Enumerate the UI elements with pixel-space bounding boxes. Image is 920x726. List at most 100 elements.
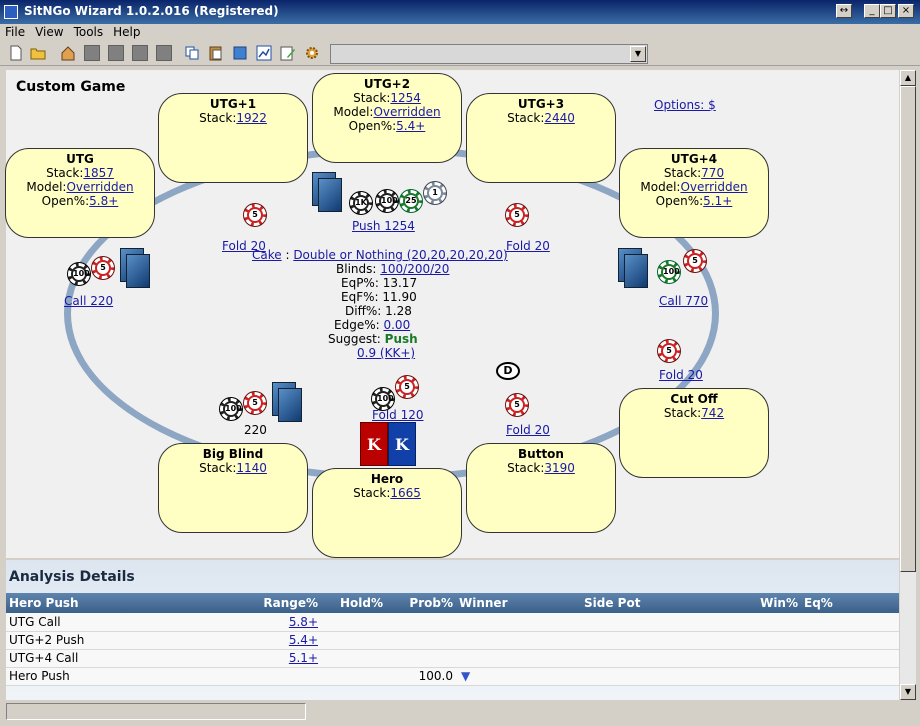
chip-icon: 100	[376, 190, 398, 212]
open-link[interactable]: 5.8+	[89, 194, 118, 208]
col-side-pot: Side Pot	[581, 593, 721, 613]
gray-icon[interactable]	[84, 45, 100, 61]
card-backs	[272, 382, 304, 424]
open-icon[interactable]	[30, 45, 46, 61]
chip-icon: 5	[92, 257, 114, 279]
app-icon	[4, 5, 18, 19]
stack-link[interactable]: 742	[701, 406, 724, 420]
gray-icon[interactable]	[108, 45, 124, 61]
maximize-button[interactable]: □	[880, 4, 896, 18]
chip-icon: 1K	[350, 192, 372, 214]
seat-bigblind[interactable]: Big Blind Stack:1140	[158, 443, 308, 533]
chip-icon: 25	[400, 190, 422, 212]
model-link[interactable]: Overridden	[373, 105, 440, 119]
card-backs	[618, 248, 650, 290]
open-link[interactable]: 5.4+	[396, 119, 425, 133]
range-link[interactable]: 5.4+	[289, 633, 318, 647]
stack-link[interactable]: 1857	[83, 166, 114, 180]
structure-link[interactable]: Double or Nothing (20,20,20,20,20)	[293, 248, 507, 262]
cake-link[interactable]: Cake	[252, 248, 282, 262]
range-link[interactable]: 5.8+	[289, 615, 318, 629]
chip-icon: 5	[684, 250, 706, 272]
seat-cutoff[interactable]: Cut Off Stack:742	[619, 388, 769, 478]
chip-icon: 5	[396, 376, 418, 398]
stack-link[interactable]: 1922	[236, 111, 267, 125]
copy-icon[interactable]	[184, 45, 200, 61]
chip-icon: 100	[658, 261, 680, 283]
stack-link[interactable]: 1140	[236, 461, 267, 475]
stack-link[interactable]: 1254	[390, 91, 421, 105]
edge-link[interactable]: 0.00	[383, 318, 410, 332]
range-link[interactable]: 0.9 (KK+)	[357, 346, 415, 360]
close-button[interactable]: ×	[898, 4, 914, 18]
analysis-panel: Analysis Details Hero Push Range% Hold% …	[6, 560, 899, 700]
stack-link[interactable]: 770	[701, 166, 724, 180]
seat-hero[interactable]: Hero Stack:1665	[312, 468, 462, 558]
action-hero[interactable]: Fold 120	[372, 408, 424, 422]
vertical-scrollbar[interactable]: ▲ ▼	[900, 70, 916, 700]
settings-icon[interactable]	[304, 45, 320, 61]
game-select[interactable]: ▼	[330, 44, 648, 64]
hole-card: K	[360, 422, 388, 466]
col-win: Win%	[721, 593, 801, 613]
table-row: UTG Call 5.8+	[6, 613, 899, 632]
chart-icon[interactable]	[256, 45, 272, 61]
seat-utg1[interactable]: UTG+1 Stack:1922	[158, 93, 308, 183]
blinds-link[interactable]: 100/200/20	[380, 262, 449, 276]
analysis-title: Analysis Details	[9, 569, 135, 585]
new-icon[interactable]	[8, 45, 24, 61]
chip-icon: 5	[244, 392, 266, 414]
menu-tools[interactable]: Tools	[69, 24, 109, 40]
scroll-thumb[interactable]	[900, 86, 916, 572]
scroll-up-icon[interactable]: ▲	[900, 70, 916, 86]
chip-icon: 5	[658, 340, 680, 362]
restore-size-button[interactable]: ↔	[836, 4, 852, 18]
title-bar: SitNGo Wizard 1.0.2.016 (Registered) ↔ _…	[0, 0, 920, 24]
chip-icon: 100	[68, 263, 90, 285]
stack-link[interactable]: 3190	[544, 461, 575, 475]
action-cutoff[interactable]: Fold 20	[659, 368, 703, 382]
paste-icon[interactable]	[208, 45, 224, 61]
chevron-down-icon[interactable]: ▼	[630, 46, 646, 62]
chip-icon: 100	[372, 388, 394, 410]
minimize-button[interactable]: _	[864, 4, 880, 18]
stack-link[interactable]: 1665	[390, 486, 421, 500]
action-utg[interactable]: Call 220	[64, 294, 113, 308]
edit-icon[interactable]	[280, 45, 296, 61]
diff-value: 1.28	[385, 304, 412, 318]
seat-utg3[interactable]: UTG+3 Stack:2440	[466, 93, 616, 183]
seat-button[interactable]: Button Stack:3190	[466, 443, 616, 533]
expand-arrow-icon[interactable]: ▼	[461, 669, 470, 683]
table-row: UTG+2 Push 5.4+	[6, 631, 899, 650]
seat-utg[interactable]: UTG Stack:1857 Model:Overridden Open%:5.…	[5, 148, 155, 238]
suggest-value: Push	[384, 332, 418, 346]
menu-view[interactable]: View	[30, 24, 68, 40]
scroll-down-icon[interactable]: ▼	[900, 684, 916, 700]
gray-icon[interactable]	[132, 45, 148, 61]
action-button[interactable]: Fold 20	[506, 423, 550, 437]
menu-bar: File View Tools Help	[0, 24, 920, 42]
chip-icon: 5	[506, 394, 528, 416]
model-link[interactable]: Overridden	[680, 180, 747, 194]
status-bar	[0, 700, 920, 726]
col-hero-push: Hero Push	[6, 593, 206, 613]
model-link[interactable]: Overridden	[66, 180, 133, 194]
home-icon[interactable]	[60, 45, 76, 61]
gray-icon[interactable]	[156, 45, 172, 61]
menu-file[interactable]: File	[0, 24, 30, 40]
action-utg4[interactable]: Call 770	[659, 294, 708, 308]
seat-utg2[interactable]: UTG+2 Stack:1254 Model:Overridden Open%:…	[312, 73, 462, 163]
action-utg3[interactable]: Fold 20	[506, 239, 550, 253]
table-row: Hero Push 100.0 ▼	[6, 667, 899, 686]
col-range: Range%	[206, 593, 321, 613]
col-prob: Prob%	[386, 593, 456, 613]
stack-link[interactable]: 2440	[544, 111, 575, 125]
card-backs	[120, 248, 152, 290]
seat-utg4[interactable]: UTG+4 Stack:770 Model:Overridden Open%:5…	[619, 148, 769, 238]
action-utg2[interactable]: Push 1254	[352, 219, 415, 233]
options-link[interactable]: Options: $	[654, 98, 716, 112]
open-link[interactable]: 5.1+	[703, 194, 732, 208]
menu-help[interactable]: Help	[108, 24, 145, 40]
range-link[interactable]: 5.1+	[289, 651, 318, 665]
export-icon[interactable]	[232, 45, 248, 61]
